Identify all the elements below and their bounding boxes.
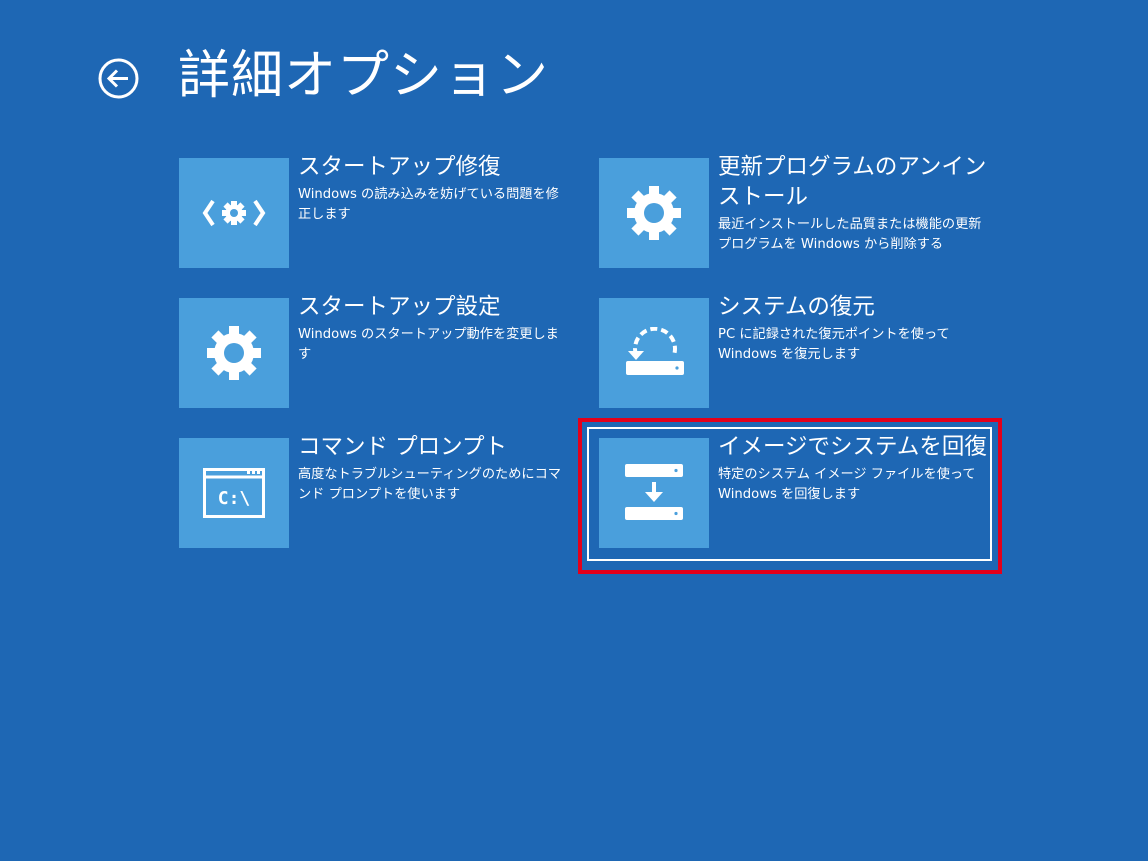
option-description: 高度なトラブルシューティングのためにコマンド プロンプトを使います [298,467,561,502]
option-description: Windows のスタートアップ動作を変更します [298,327,559,362]
option-tile [179,298,289,408]
option-description: PC に記録された復元ポイントを使って Windows を復元します [718,327,950,362]
option-title: スタートアップ設定 [298,294,501,320]
option-tile [599,298,709,408]
option-startup-repair[interactable]: スタートアップ修復 Windows の読み込みを妨げている問題を修正します [179,154,579,270]
option-tile [179,158,289,268]
option-command-prompt[interactable]: C:\ コマンド プロンプト 高度なトラブルシューティングのためにコマンド プロ… [179,434,579,550]
startup-repair-icon [202,199,266,227]
system-image-recovery-icon [625,464,683,520]
option-title: 更新プログラムのアンインストール [718,154,987,210]
option-description: 最近インストールした品質または機能の更新プログラムを Windows から削除す… [718,217,982,252]
option-title: コマンド プロンプト [298,434,507,460]
option-description: Windows の読み込みを妨げている問題を修正します [298,187,559,222]
option-title: システムの復元 [718,294,875,320]
page-title: 詳細オプション [178,46,550,106]
option-tile [599,158,709,268]
back-arrow-circle-icon [98,58,139,99]
option-uninstall-updates[interactable]: 更新プログラムのアンインストール 最近インストールした品質または機能の更新プログ… [599,154,999,270]
system-restore-icon [626,327,684,375]
option-description: 特定のシステム イメージ ファイルを使って Windows を回復します [718,467,976,502]
option-system-restore[interactable]: システムの復元 PC に記録された復元ポイントを使って Windows を復元し… [599,294,999,410]
option-startup-settings[interactable]: スタートアップ設定 Windows のスタートアップ動作を変更します [179,294,579,410]
back-button[interactable] [98,58,139,99]
option-title: スタートアップ修復 [298,154,501,180]
option-title: イメージでシステムを回復 [718,434,987,460]
gear-icon [207,326,261,380]
option-tile [599,438,709,548]
command-prompt-icon: C:\ [203,468,265,518]
option-tile: C:\ [179,438,289,548]
gear-icon [627,186,681,240]
command-prompt-icon-text: C:\ [218,488,251,509]
option-system-image-recovery[interactable]: イメージでシステムを回復 特定のシステム イメージ ファイルを使って Windo… [599,434,999,550]
